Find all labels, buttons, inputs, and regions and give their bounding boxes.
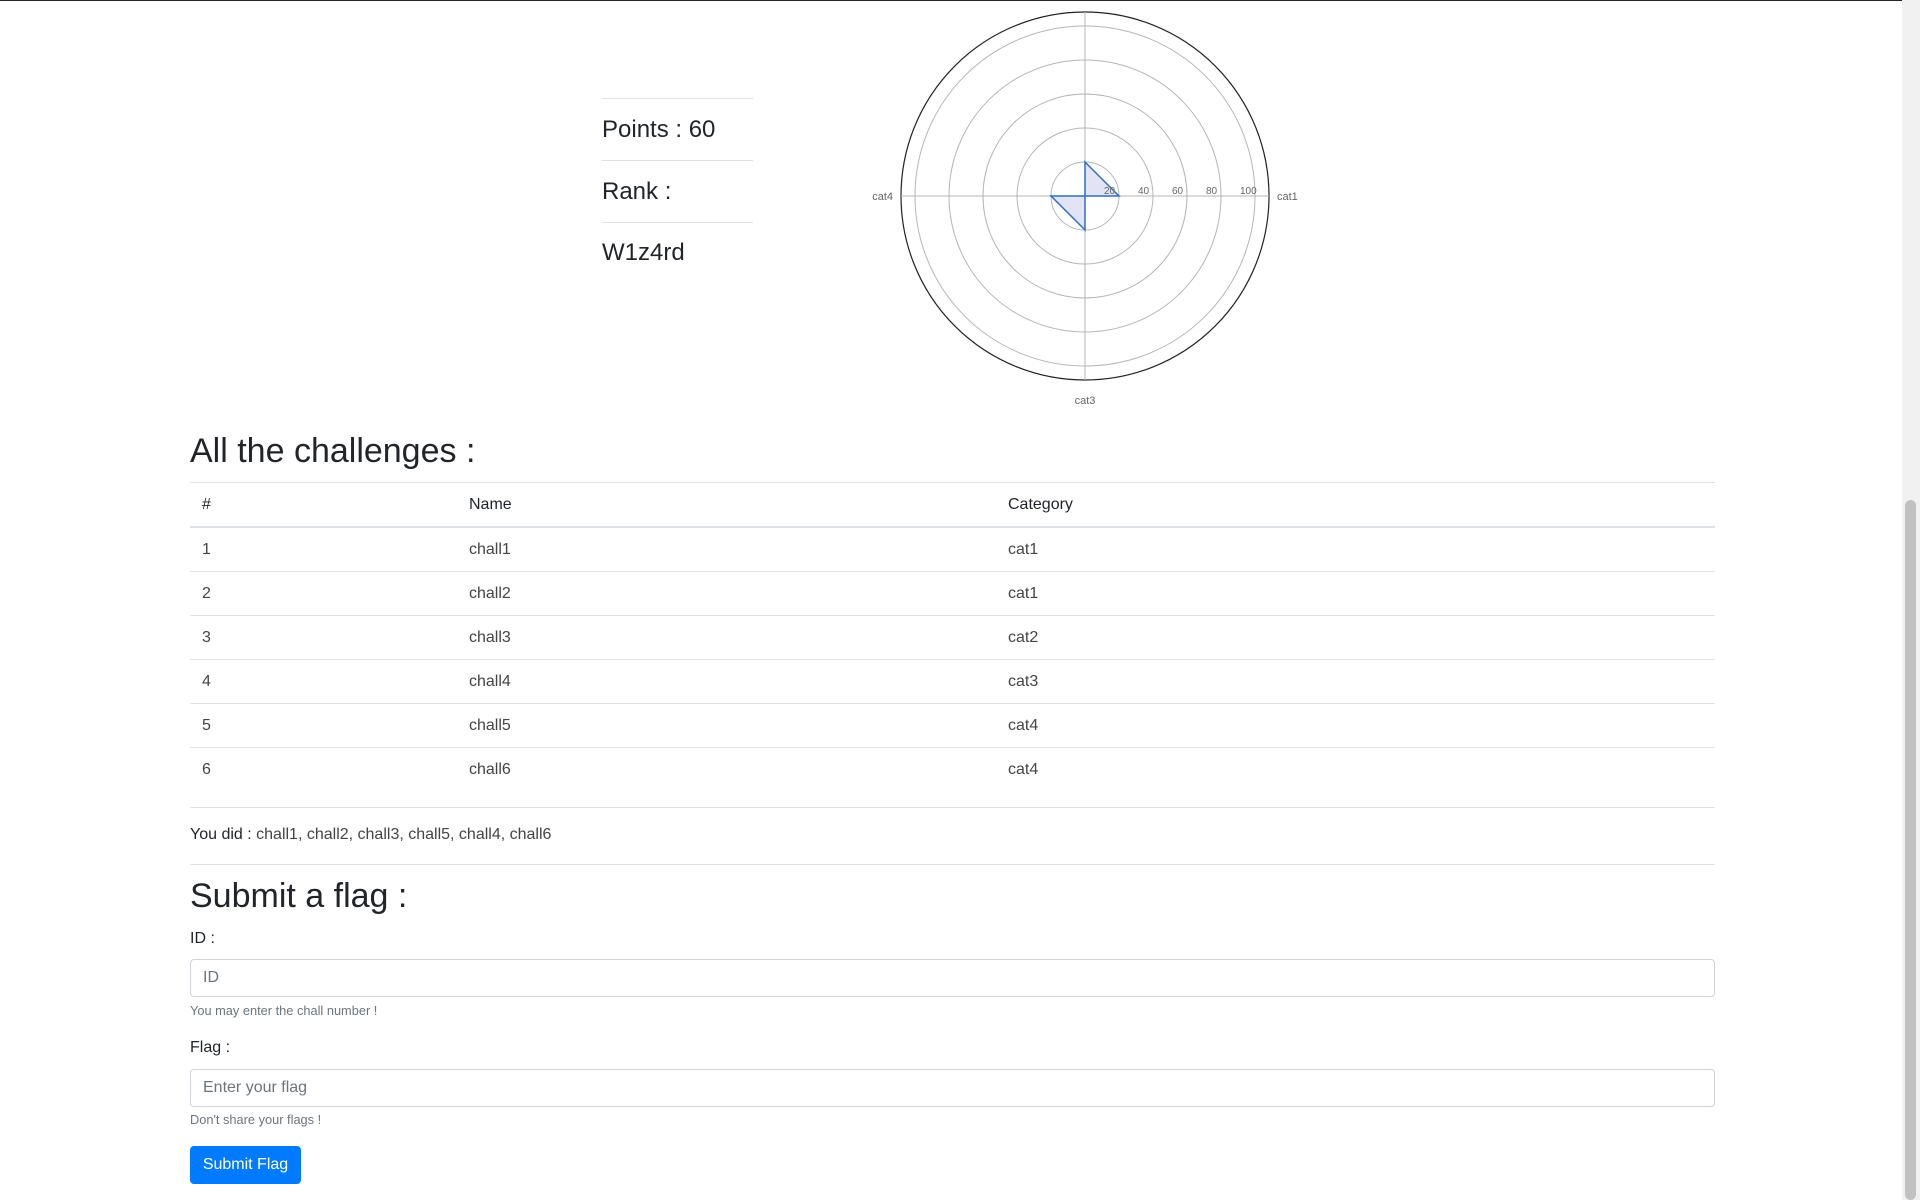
submit-title: Submit a flag : (190, 877, 408, 915)
challenges-title: All the challenges : (190, 432, 476, 470)
challenges-table-wrap: # Name Category 1 chall1 cat1 2 chall2 cat1 3 c… (190, 482, 1715, 792)
flag-help-text: Don't share your flags ! (190, 1112, 322, 1127)
cell-category: cat4 (996, 747, 1715, 792)
user-stats: Points : 60 Rank : W1z4rd (602, 98, 753, 266)
completed-list: chall1, chall2, chall3, chall5, chall4, … (256, 826, 552, 843)
cell-name: chall2 (457, 571, 996, 616)
radar-axis-label: cat1 (1277, 191, 1298, 203)
radar-tick-label: 100 (1240, 186, 1257, 197)
table-row: 4 chall4 cat3 (190, 659, 1715, 704)
radar-tick-label: 20 (1104, 186, 1116, 197)
cell-number: 1 (190, 526, 457, 572)
points-stat: Points : 60 (602, 98, 753, 160)
cell-number: 6 (190, 747, 457, 792)
id-input[interactable] (190, 959, 1715, 997)
rank-stat: Rank : W1z4rd (602, 160, 753, 266)
header-name: Name (457, 482, 996, 528)
cell-category: cat1 (996, 571, 1715, 616)
table-row: 3 chall3 cat2 (190, 615, 1715, 660)
submit-flag-button[interactable]: Submit Flag (190, 1146, 301, 1184)
top-divider (0, 0, 1902, 1)
cell-number: 5 (190, 703, 457, 748)
cell-number: 4 (190, 659, 457, 704)
cell-number: 3 (190, 615, 457, 660)
completed-challenges: You did : chall1, chall2, chall3, chall5… (190, 826, 551, 844)
radar-tick-label: 40 (1138, 186, 1150, 197)
header-category: Category (996, 482, 1715, 528)
cell-name: chall4 (457, 659, 996, 704)
cell-number: 2 (190, 571, 457, 616)
divider (190, 807, 1715, 808)
table-row: 6 chall6 cat4 (190, 747, 1715, 792)
flag-label: Flag : (190, 1039, 231, 1056)
table-row: 5 chall5 cat4 (190, 703, 1715, 748)
page: Points : 60 Rank : W1z4rd 20 40 60 80 100 cat… (0, 0, 1902, 1200)
flag-input[interactable] (190, 1069, 1715, 1107)
category-radar-chart: 20 40 60 80 100 cat1 cat3 cat4 (872, 11, 1298, 407)
radar-tick-label: 80 (1206, 186, 1218, 197)
cell-name: chall5 (457, 703, 996, 748)
table-row: 1 chall1 cat1 (190, 526, 1715, 572)
table-row: 2 chall2 cat1 (190, 571, 1715, 616)
cell-category: cat1 (996, 526, 1715, 572)
divider (190, 864, 1715, 865)
radar-tick-label: 60 (1172, 186, 1184, 197)
cell-category: cat2 (996, 615, 1715, 660)
challenges-body: 1 chall1 cat1 2 chall2 cat1 3 chall3 cat2 4 chall4… (190, 526, 1715, 792)
scrollbar-thumb[interactable] (1905, 500, 1916, 1200)
id-label: ID : (190, 930, 215, 947)
challenges-table: # Name Category 1 chall1 cat1 2 chall2 cat1 3 c… (190, 482, 1715, 792)
cell-category: cat4 (996, 703, 1715, 748)
id-help-text: You may enter the chall number ! (190, 1003, 378, 1018)
header-number: # (190, 482, 457, 528)
radar-axis-label: cat3 (1075, 395, 1096, 407)
cell-category: cat3 (996, 659, 1715, 704)
completed-label: You did : (190, 826, 252, 843)
radar-axis-label: cat4 (872, 191, 893, 203)
cell-name: chall1 (457, 526, 996, 572)
table-header-row: # Name Category (190, 482, 1715, 528)
cell-name: chall6 (457, 747, 996, 792)
cell-name: chall3 (457, 615, 996, 660)
